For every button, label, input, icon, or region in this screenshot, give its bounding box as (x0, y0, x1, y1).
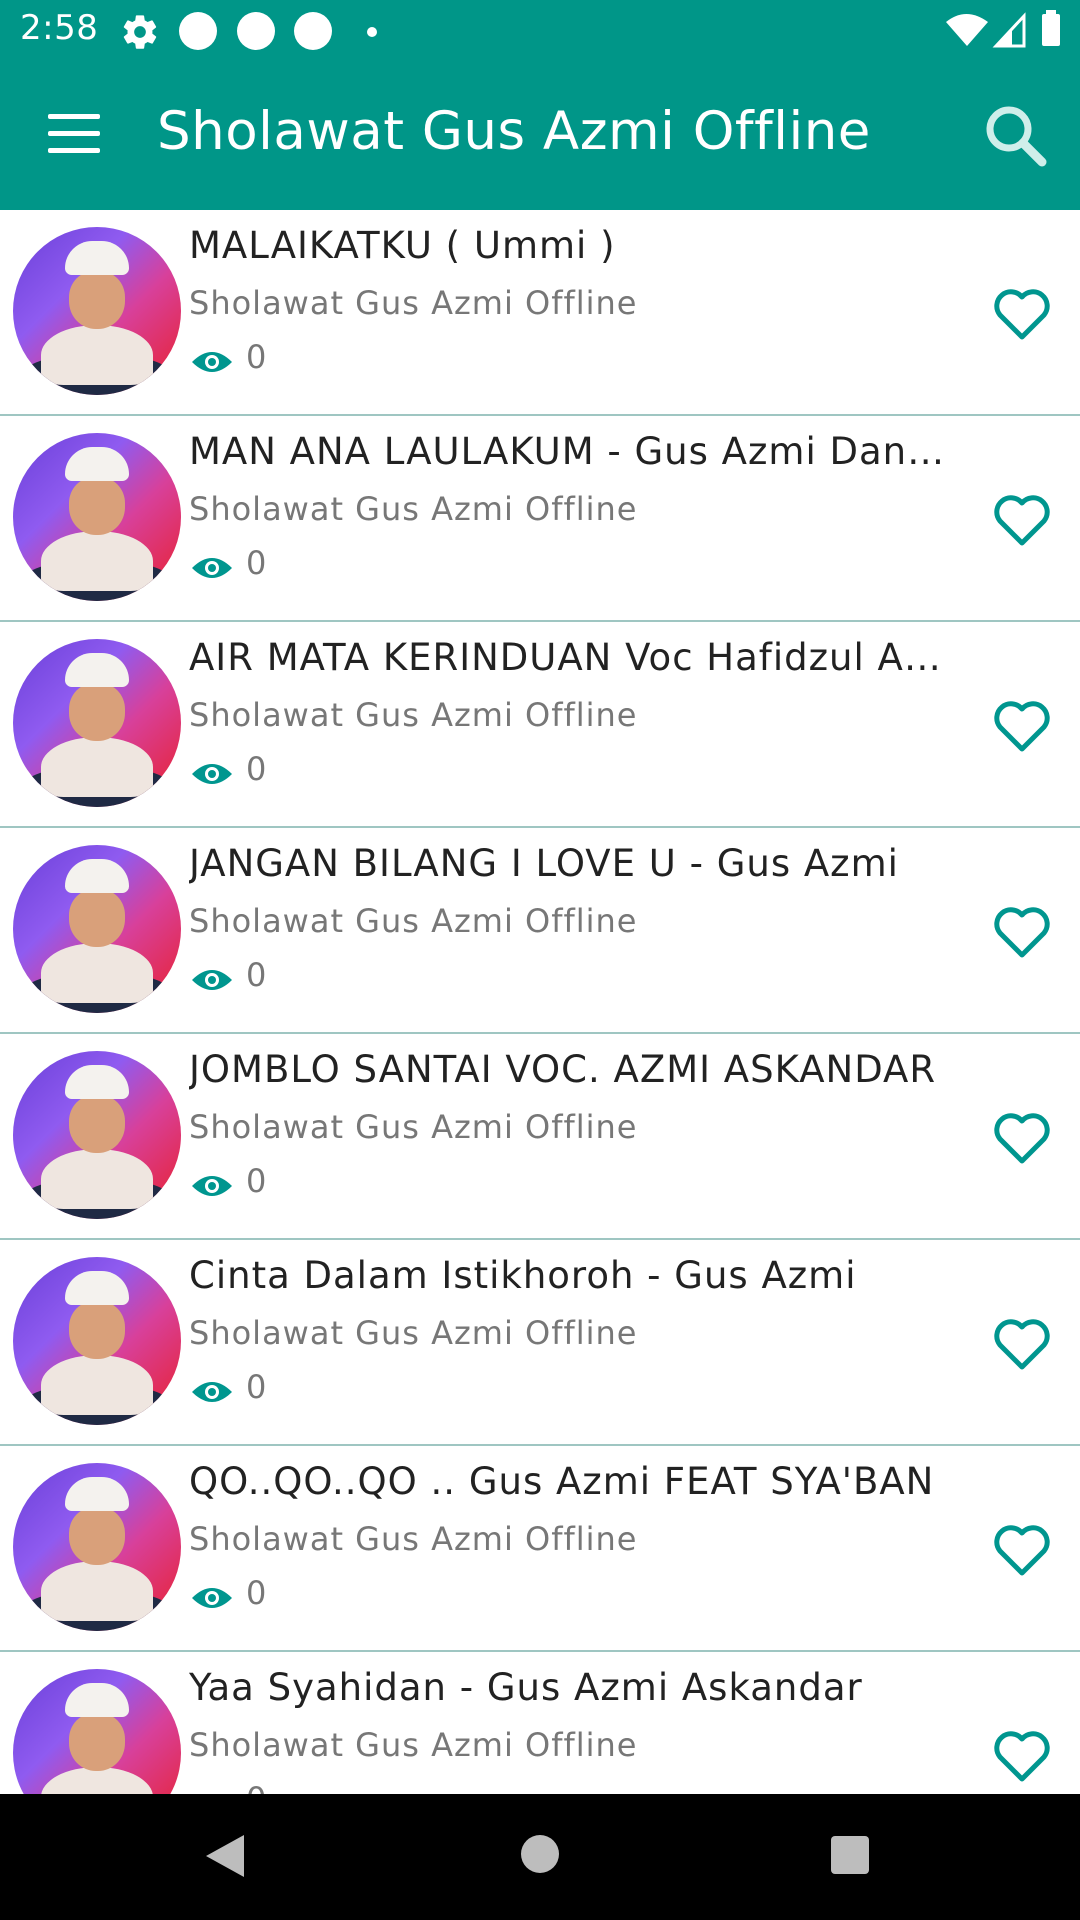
song-subtitle: Sholawat Gus Azmi Offline (189, 1520, 638, 1558)
eye-icon (192, 1588, 232, 1608)
home-icon[interactable] (521, 1835, 559, 1873)
heart-icon[interactable] (992, 493, 1052, 547)
recent-apps-icon[interactable] (831, 1836, 869, 1874)
song-subtitle: Sholawat Gus Azmi Offline (189, 1314, 638, 1352)
list-item[interactable]: Yaa Syahidan - Gus Azmi Askandar Sholawa… (0, 1652, 1080, 1794)
song-subtitle: Sholawat Gus Azmi Offline (189, 696, 638, 734)
list-item[interactable]: JANGAN BILANG I LOVE U - Gus Azmi Sholaw… (0, 828, 1080, 1034)
battery-icon (1042, 14, 1060, 46)
song-title: AIR MATA KERINDUAN Voc Hafidzul Ahk… (189, 636, 959, 679)
list-item[interactable]: MALAIKATKU ( Ummi ) Sholawat Gus Azmi Of… (0, 210, 1080, 416)
eye-icon (192, 1382, 232, 1402)
list-item[interactable]: AIR MATA KERINDUAN Voc Hafidzul Ahk… Sho… (0, 622, 1080, 828)
back-icon[interactable] (204, 1833, 246, 1879)
view-count: 0 (246, 1780, 266, 1794)
song-title: MAN ANA LAULAKUM - Gus Azmi Dan… (189, 430, 946, 473)
song-subtitle: Sholawat Gus Azmi Offline (189, 1726, 638, 1764)
song-subtitle: Sholawat Gus Azmi Offline (189, 1108, 638, 1146)
avatar (13, 845, 181, 1013)
avatar (13, 639, 181, 807)
heart-icon[interactable] (992, 1729, 1052, 1783)
notification-dot-icon (294, 12, 332, 50)
eye-icon (192, 558, 232, 578)
song-subtitle: Sholawat Gus Azmi Offline (189, 490, 638, 528)
heart-icon[interactable] (992, 699, 1052, 753)
heart-icon[interactable] (992, 1523, 1052, 1577)
view-count: 0 (246, 544, 267, 582)
eye-icon (192, 970, 232, 990)
search-icon[interactable] (982, 103, 1048, 169)
small-dot-icon (367, 27, 377, 37)
view-count: 0 (246, 338, 267, 376)
song-title: Cinta Dalam Istikhoroh - Gus Azmi (189, 1254, 857, 1297)
view-count: 0 (246, 956, 267, 994)
avatar (13, 1257, 181, 1425)
app-bar: Sholawat Gus Azmi Offline (0, 63, 1080, 210)
avatar (13, 1669, 181, 1794)
song-subtitle: Sholawat Gus Azmi Offline (189, 902, 638, 940)
view-count: 0 (246, 1574, 267, 1612)
list-item[interactable]: QO..QO..QO .. Gus Azmi FEAT SYA'BAN Shol… (0, 1446, 1080, 1652)
list-item[interactable]: Cinta Dalam Istikhoroh - Gus Azmi Sholaw… (0, 1240, 1080, 1446)
notification-dot-icon (179, 12, 217, 50)
status-right-icons (946, 10, 1060, 48)
list-item[interactable]: JOMBLO SANTAI VOC. AZMI ASKANDAR Sholawa… (0, 1034, 1080, 1240)
heart-icon[interactable] (992, 905, 1052, 959)
song-title: JOMBLO SANTAI VOC. AZMI ASKANDAR (189, 1048, 937, 1091)
view-count: 0 (246, 750, 267, 788)
avatar (13, 433, 181, 601)
view-count: 0 (246, 1162, 267, 1200)
navigation-bar (0, 1794, 1080, 1920)
song-title: QO..QO..QO .. Gus Azmi FEAT SYA'BAN (189, 1460, 935, 1503)
song-title: JANGAN BILANG I LOVE U - Gus Azmi (189, 842, 899, 885)
view-count: 0 (246, 1368, 267, 1406)
wifi-icon (946, 14, 988, 46)
gear-icon (123, 15, 157, 49)
heart-icon[interactable] (992, 1111, 1052, 1165)
song-title: Yaa Syahidan - Gus Azmi Askandar (189, 1666, 863, 1709)
notification-dot-icon (237, 12, 275, 50)
avatar (13, 1463, 181, 1631)
heart-icon[interactable] (992, 1317, 1052, 1371)
list-item[interactable]: MAN ANA LAULAKUM - Gus Azmi Dan… Sholawa… (0, 416, 1080, 622)
avatar (13, 1051, 181, 1219)
song-list: MALAIKATKU ( Ummi ) Sholawat Gus Azmi Of… (0, 210, 1080, 1794)
hamburger-menu-icon[interactable] (48, 114, 100, 154)
status-bar: 2:58 (0, 0, 1080, 63)
song-title: MALAIKATKU ( Ummi ) (189, 224, 616, 267)
heart-icon[interactable] (992, 287, 1052, 341)
song-subtitle: Sholawat Gus Azmi Offline (189, 284, 638, 322)
eye-icon (192, 764, 232, 784)
status-time: 2:58 (20, 8, 99, 48)
eye-icon (192, 1176, 232, 1196)
avatar (13, 227, 181, 395)
eye-icon (192, 352, 232, 372)
app-title: Sholawat Gus Azmi Offline (157, 101, 871, 162)
